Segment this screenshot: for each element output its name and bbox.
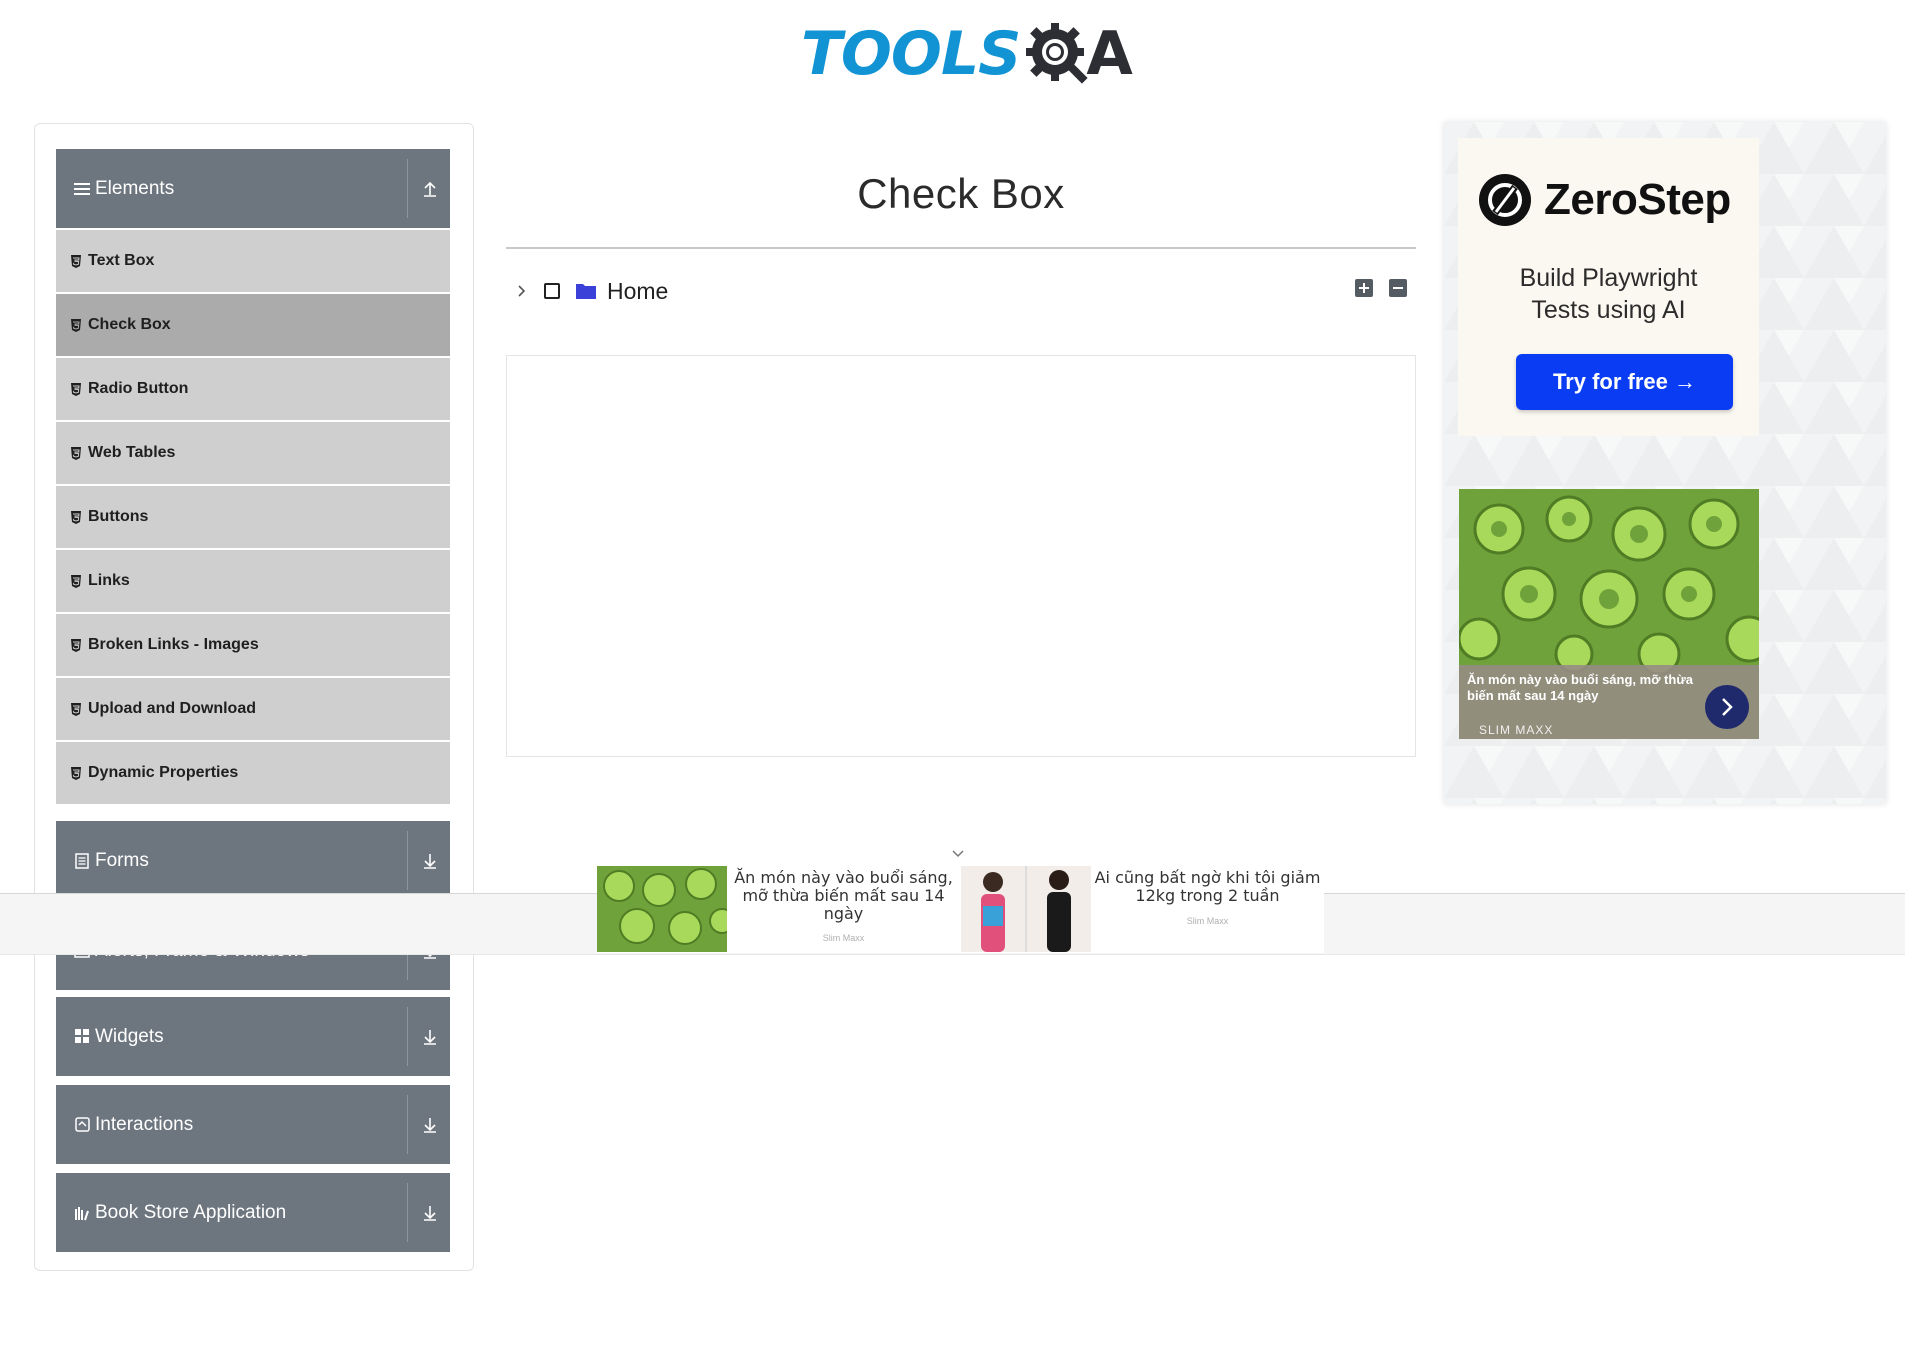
zerostep-logo: ZeroStep bbox=[1478, 173, 1731, 227]
ad-source: Slim Maxx bbox=[822, 933, 865, 943]
html5-icon bbox=[71, 702, 81, 716]
chevron-down-icon[interactable] bbox=[950, 847, 966, 861]
group-header-interactions[interactable]: Interactions bbox=[56, 1085, 450, 1164]
food-ad-text: Ăn món này vào buổi sáng, mỡ thừa biến m… bbox=[1467, 672, 1693, 703]
logo-text-tools: TOOLS bbox=[801, 19, 1021, 89]
tree-node-home: Home bbox=[512, 274, 668, 308]
zerostep-brand: ZeroStep bbox=[1544, 175, 1731, 224]
group-title: Forms bbox=[95, 849, 149, 871]
divider bbox=[407, 1007, 408, 1066]
chevron-right-icon[interactable] bbox=[512, 281, 532, 301]
menu-item-label: Broken Links - Images bbox=[88, 636, 259, 653]
arrow-down-icon[interactable] bbox=[420, 851, 440, 871]
menu-item-links[interactable]: Links bbox=[56, 548, 450, 612]
zerostep-ad[interactable]: ZeroStep Build Playwright Tests using AI… bbox=[1444, 122, 1886, 804]
group-title: Interactions bbox=[95, 1113, 194, 1135]
folder-icon bbox=[576, 284, 596, 299]
gear-magnifier-icon bbox=[1026, 23, 1088, 84]
zerostep-card: ZeroStep Build Playwright Tests using AI… bbox=[1458, 138, 1759, 436]
result-panel bbox=[506, 355, 1416, 757]
html5-icon bbox=[71, 318, 81, 332]
ad-source: Slim Maxx bbox=[1186, 916, 1229, 926]
form-icon bbox=[73, 852, 91, 870]
interaction-icon bbox=[73, 1116, 91, 1134]
home-checkbox[interactable] bbox=[544, 283, 560, 299]
menu-item-web-tables[interactable]: Web Tables bbox=[56, 420, 450, 484]
food-ad-card[interactable]: Ăn món này vào buổi sáng, mỡ thừa biến m… bbox=[1459, 489, 1759, 739]
title-divider bbox=[506, 247, 1416, 249]
zerostep-logo-icon bbox=[1479, 174, 1531, 226]
divider bbox=[407, 1183, 408, 1242]
menu-item-label: Radio Button bbox=[88, 380, 189, 397]
group-header-book-store[interactable]: Book Store Application bbox=[56, 1173, 450, 1252]
toolsqa-logo[interactable]: TOOLS A bbox=[801, 16, 1133, 92]
menu-item-label: Upload and Download bbox=[88, 700, 256, 717]
arrow-down-icon[interactable] bbox=[420, 1115, 440, 1135]
group-widgets: Widgets bbox=[56, 997, 450, 1076]
zerostep-tagline: Build Playwright Tests using AI bbox=[1458, 262, 1759, 326]
menu-item-label: Dynamic Properties bbox=[88, 764, 239, 781]
group-title: Elements bbox=[95, 177, 175, 199]
food-ad-caption: Ăn món này vào buổi sáng, mỡ thừa biến m… bbox=[1459, 665, 1759, 739]
logo-text-a: A bbox=[1086, 19, 1133, 89]
ad-thumbnail-people bbox=[961, 866, 1091, 952]
ad-thumbnail-food bbox=[597, 866, 727, 952]
elements-menu-list: Text Box Check Box Radio Button Web Tabl… bbox=[56, 228, 450, 804]
ad-text: Ăn món này vào buổi sáng, mỡ thừa biến m… bbox=[734, 868, 953, 923]
group-header-forms[interactable]: Forms bbox=[56, 821, 450, 900]
bottom-ad-2[interactable]: Ai cũng bất ngờ khi tôi giảm 12kg trong … bbox=[961, 866, 1324, 953]
divider bbox=[407, 159, 408, 218]
arrow-down-icon[interactable] bbox=[420, 1203, 440, 1223]
food-ad-brand: SLIM MAXX bbox=[1479, 723, 1554, 737]
menu-item-buttons[interactable]: Buttons bbox=[56, 484, 450, 548]
bookstore-icon bbox=[73, 1204, 91, 1222]
menu-item-label: Check Box bbox=[88, 316, 171, 333]
bottom-ad-1[interactable]: Ăn món này vào buổi sáng, mỡ thừa biến m… bbox=[597, 866, 960, 953]
group-elements: Elements Text Box Check Box Radio Button… bbox=[56, 149, 450, 804]
chevron-right-icon[interactable] bbox=[1705, 685, 1749, 729]
group-title: Book Store Application bbox=[95, 1201, 287, 1223]
expand-all-button[interactable] bbox=[1355, 279, 1373, 297]
group-header-elements[interactable]: Elements bbox=[56, 149, 450, 228]
hamburger-icon bbox=[73, 180, 91, 198]
bottom-ad-bar: Ăn món này vào buổi sáng, mỡ thừa biến m… bbox=[597, 866, 1324, 953]
html5-icon bbox=[71, 510, 81, 524]
tree-label-home[interactable]: Home bbox=[607, 278, 668, 305]
group-forms: Forms bbox=[56, 821, 450, 900]
html5-icon bbox=[71, 766, 81, 780]
html5-icon bbox=[71, 382, 81, 396]
group-book-store: Book Store Application bbox=[56, 1173, 450, 1252]
tagline-line-1: Build Playwright bbox=[1519, 264, 1698, 292]
group-header-widgets[interactable]: Widgets bbox=[56, 997, 450, 1076]
page-title: Check Box bbox=[857, 170, 1065, 217]
menu-item-label: Links bbox=[88, 572, 130, 589]
menu-item-label: Buttons bbox=[88, 508, 149, 525]
menu-item-radio-button[interactable]: Radio Button bbox=[56, 356, 450, 420]
html5-icon bbox=[71, 446, 81, 460]
menu-item-text-box[interactable]: Text Box bbox=[56, 228, 450, 292]
html5-icon bbox=[71, 638, 81, 652]
menu-item-upload-download[interactable]: Upload and Download bbox=[56, 676, 450, 740]
try-for-free-button[interactable]: Try for free → bbox=[1516, 354, 1733, 410]
group-title: Widgets bbox=[95, 1025, 164, 1047]
menu-item-broken-links[interactable]: Broken Links - Images bbox=[56, 612, 450, 676]
grid-icon bbox=[73, 1028, 91, 1046]
arrow-up-icon[interactable] bbox=[420, 179, 440, 199]
menu-item-check-box[interactable]: Check Box bbox=[56, 292, 450, 356]
group-interactions: Interactions bbox=[56, 1085, 450, 1164]
html5-icon bbox=[71, 254, 81, 268]
ad-text: Ai cũng bất ngờ khi tôi giảm 12kg trong … bbox=[1094, 868, 1321, 905]
html5-icon bbox=[71, 574, 81, 588]
menu-item-dynamic-properties[interactable]: Dynamic Properties bbox=[56, 740, 450, 804]
menu-item-label: Web Tables bbox=[88, 444, 176, 461]
divider bbox=[407, 1095, 408, 1154]
collapse-all-button[interactable] bbox=[1389, 279, 1407, 297]
arrow-down-icon[interactable] bbox=[420, 1027, 440, 1047]
menu-item-label: Text Box bbox=[88, 252, 155, 269]
divider bbox=[407, 831, 408, 890]
tagline-line-2: Tests using AI bbox=[1531, 296, 1686, 324]
